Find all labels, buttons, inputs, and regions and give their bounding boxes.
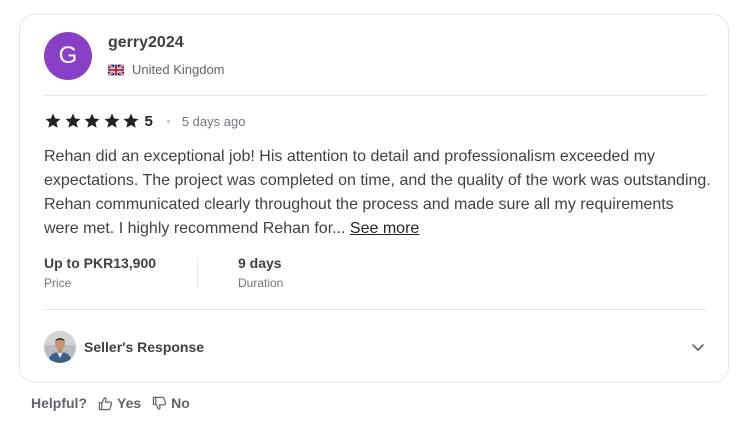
seller-avatar-image	[44, 331, 76, 363]
reviewer-country: United Kingdom	[108, 62, 225, 77]
price-stat: Up to PKR13,900 Price	[44, 255, 156, 290]
reviewer-username[interactable]: gerry2024	[108, 34, 184, 52]
price-label: Price	[44, 276, 72, 290]
uk-flag-icon	[108, 63, 124, 76]
star-icon	[45, 113, 61, 128]
helpful-label: Helpful?	[31, 395, 87, 411]
thumbs-down-icon	[152, 396, 167, 410]
duration-label: Duration	[238, 276, 284, 290]
country-name: United Kingdom	[132, 62, 225, 77]
helpful-no-label: No	[171, 395, 190, 411]
review-date: 5 days ago	[181, 113, 246, 129]
star-icon	[123, 113, 139, 128]
duration-stat: 9 days Duration	[238, 255, 283, 290]
thumbs-up-icon	[98, 396, 113, 410]
star-icon	[84, 113, 100, 128]
header-divider	[44, 95, 706, 96]
star-icon	[104, 113, 119, 128]
star-rating	[44, 112, 142, 130]
rating-value: 5	[144, 112, 153, 130]
chevron-down-icon[interactable]	[690, 339, 706, 355]
stat-divider	[197, 259, 198, 287]
seller-response-label: Seller's Response	[84, 339, 205, 355]
helpful-no-button[interactable]: No	[152, 395, 190, 411]
rating-row: 5 5 days ago	[44, 112, 245, 130]
separator-dot	[166, 119, 170, 123]
star-icon	[65, 113, 80, 128]
duration-value: 9 days	[238, 255, 282, 271]
seller-avatar	[44, 331, 76, 363]
price-value: Up to PKR13,900	[44, 255, 157, 271]
review-body: Rehan did an exceptional job! His attent…	[44, 145, 712, 241]
helpful-yes-label: Yes	[117, 395, 142, 411]
helpful-yes-button[interactable]: Yes	[98, 395, 141, 411]
reviewer-avatar[interactable]: G	[44, 32, 92, 80]
response-divider	[44, 309, 706, 310]
see-more-link[interactable]: See more	[350, 220, 419, 237]
helpful-row: Helpful? Yes No	[31, 395, 190, 411]
review-card: G gerry2024 United Kingdom 5 5 days ago …	[19, 14, 729, 383]
seller-response-toggle[interactable]: Seller's Response	[44, 330, 706, 364]
